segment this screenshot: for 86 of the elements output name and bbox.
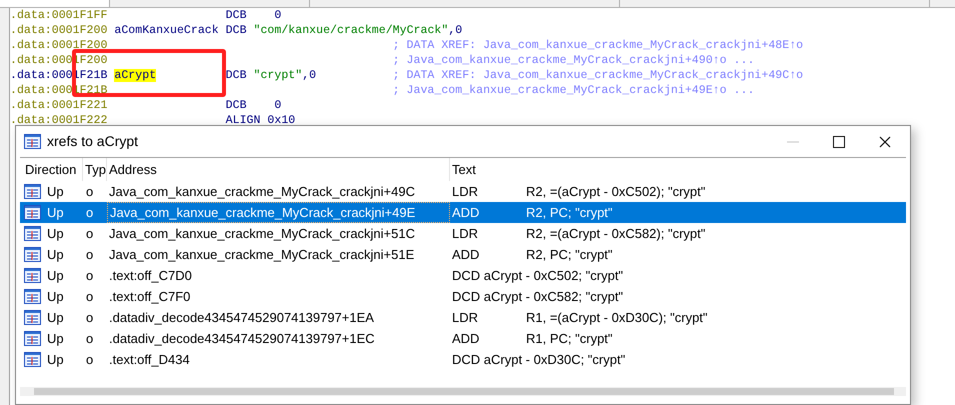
address-text: Java_com_kanxue_crackme_MyCrack_crackjni+51C xyxy=(109,224,415,243)
minimize-icon xyxy=(787,140,799,142)
close-icon xyxy=(879,136,891,148)
list-row[interactable]: Up o .datadiv_decode4345474529074139797+1EA LDR R1, =(aCrypt - 0xD30C); "crypt" xyxy=(20,307,906,328)
list-row[interactable]: Up o .datadiv_decode4345474529074139797+1EC ADD R1, PC; "crypt" xyxy=(20,328,906,349)
address-text: .datadiv_decode4345474529074139797+1EA xyxy=(109,308,374,327)
operands-text: R2, =(aCrypt - 0xC502); "crypt" xyxy=(526,182,706,201)
xref-list-icon xyxy=(24,289,41,304)
instruction-text: ADD xyxy=(452,204,480,222)
window-title: xrefs to aCrypt xyxy=(47,132,138,151)
instruction-text: LDR xyxy=(452,182,480,201)
direction-text: Up xyxy=(47,224,64,243)
line-address: .data:0001F221 xyxy=(10,98,108,113)
list-row[interactable]: Up o .text:off_D434 DCD aCrypt - 0xD30C; "crypt" xyxy=(20,349,906,370)
address-text: Java_com_kanxue_crackme_MyCrack_crackjni+49E xyxy=(110,204,416,222)
xref-list-icon xyxy=(24,226,41,241)
address-text: Java_com_kanxue_crackme_MyCrack_crackjni+49C xyxy=(109,182,415,201)
line-address: .data:0001F222 xyxy=(10,113,108,128)
comment: ; DATA XREF: Java_com_kanxue_crackme_MyCrack_crackjni+48E↑o xyxy=(392,38,804,53)
symbol-label: aCrypt xyxy=(114,69,156,82)
type-text: o xyxy=(86,268,94,283)
direction-text: Up xyxy=(47,330,64,348)
list-row[interactable]: Up o Java_com_kanxue_crackme_MyCrack_crackjni+49E ADD R2, PC; "crypt" xyxy=(20,202,906,223)
xref-list-icon xyxy=(24,331,41,346)
column-header[interactable]: Text xyxy=(450,158,906,181)
operands-text: R2, PC; "crypt" xyxy=(526,246,613,264)
type-text: o xyxy=(86,310,94,325)
address-text: .text:off_C7D0 xyxy=(109,266,192,285)
instruction: DCB "com/kanxue/crackme/MyCrack",0 xyxy=(226,24,462,37)
operands-text: R2, PC; "crypt" xyxy=(526,204,613,222)
list-row[interactable]: Up o Java_com_kanxue_crackme_MyCrack_crackjni+49C LDR R2, =(aCrypt - 0xC502); "crypt" xyxy=(20,181,906,202)
type-text: o xyxy=(86,226,94,241)
direction-text: Up xyxy=(47,182,64,201)
direction-text: Up xyxy=(47,308,64,327)
xref-list-icon xyxy=(24,268,41,283)
instruction-text: LDR xyxy=(452,308,480,327)
instruction: DCB 0 xyxy=(226,9,282,22)
column-header[interactable]: Direction xyxy=(23,158,83,181)
column-header[interactable]: Address xyxy=(107,158,450,181)
address-text: Java_com_kanxue_crackme_MyCrack_crackjni+51E xyxy=(109,246,414,264)
direction-text: Up xyxy=(47,204,64,222)
type-text: o xyxy=(86,330,94,346)
instruction-text: DCD aCrypt - 0xD30C; "crypt" xyxy=(452,350,626,369)
xref-list-icon xyxy=(24,247,41,262)
xref-list-icon xyxy=(24,310,41,325)
instruction: DCB "crypt",0 xyxy=(226,69,316,82)
list-row[interactable]: Up o .text:off_C7D0 DCD aCrypt - 0xC502; "crypt" xyxy=(20,265,906,286)
list-row[interactable]: Up o .text:off_C7F0 DCD aCrypt - 0xC582; "crypt" xyxy=(20,286,906,307)
comment: ; Java_com_kanxue_crackme_MyCrack_crackjni+49E↑o ... xyxy=(392,83,754,98)
instruction-text: DCD aCrypt - 0xC502; "crypt" xyxy=(452,266,624,285)
xref-list-icon xyxy=(24,134,41,149)
comment: ; Java_com_kanxue_crackme_MyCrack_crackjni+490↑o ... xyxy=(392,53,754,68)
xref-list-icon xyxy=(24,205,41,220)
type-text: o xyxy=(86,288,94,304)
comment: ; DATA XREF: Java_com_kanxue_crackme_MyCrack_crackjni+49C↑o xyxy=(392,68,804,83)
xref-list-icon xyxy=(24,184,41,199)
type-text: o xyxy=(86,352,94,367)
line-address: .data:0001F200 xyxy=(10,38,108,53)
list-row[interactable]: Up o Java_com_kanxue_crackme_MyCrack_crackjni+51C LDR R2, =(aCrypt - 0xC582); "crypt" xyxy=(20,223,906,244)
address-text: .datadiv_decode4345474529074139797+1EC xyxy=(109,330,375,348)
maximize-icon xyxy=(833,136,845,148)
horizontal-scrollbar[interactable] xyxy=(20,387,906,396)
direction-text: Up xyxy=(47,350,64,369)
column-header[interactable]: Typ xyxy=(83,158,107,181)
direction-text: Up xyxy=(47,288,64,306)
instruction-text: LDR xyxy=(452,224,480,243)
line-address: .data:0001F200 xyxy=(10,23,108,38)
type-text: o xyxy=(86,204,94,220)
instruction: ALIGN 0x10 xyxy=(226,114,296,127)
operands-text: R1, PC; "crypt" xyxy=(526,330,613,348)
instruction-text: ADD xyxy=(452,330,480,348)
symbol-label: aComKanxueCrack xyxy=(114,24,219,37)
direction-text: Up xyxy=(47,266,64,285)
instruction-text: DCD aCrypt - 0xC582; "crypt" xyxy=(452,288,624,306)
direction-text: Up xyxy=(47,246,64,264)
address-text: .text:off_C7F0 xyxy=(109,288,190,306)
line-address: .data:0001F1FF xyxy=(10,8,108,23)
address-text: .text:off_D434 xyxy=(109,350,190,369)
operands-text: R1, =(aCrypt - 0xD30C); "crypt" xyxy=(526,308,708,327)
operands-text: R2, =(aCrypt - 0xC582); "crypt" xyxy=(526,224,706,243)
instruction-text: ADD xyxy=(452,246,480,264)
type-text: o xyxy=(86,184,94,199)
type-text: o xyxy=(86,246,94,262)
list-row[interactable]: Up o Java_com_kanxue_crackme_MyCrack_crackjni+51E ADD R2, PC; "crypt" xyxy=(20,244,906,265)
xref-list-icon xyxy=(24,352,41,367)
instruction: DCB 0 xyxy=(226,99,282,112)
